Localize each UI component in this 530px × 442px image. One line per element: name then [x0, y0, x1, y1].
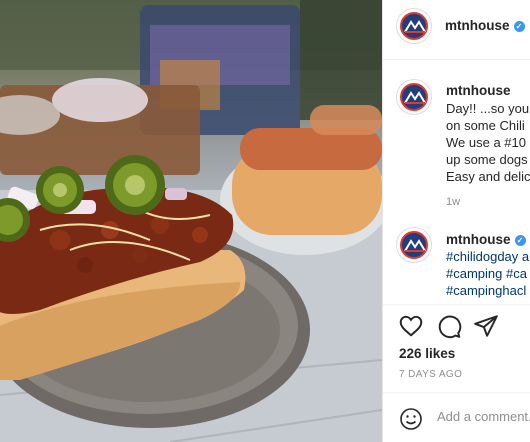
- verified-badge-icon: ✓: [514, 235, 526, 246]
- verified-badge-icon: ✓: [513, 21, 525, 32]
- comment-username[interactable]: mtnhouse ✓: [446, 232, 526, 247]
- comment-button[interactable]: [436, 313, 462, 339]
- comment-hashtag-line[interactable]: #camping #ca: [446, 266, 527, 281]
- post-photo: [0, 0, 382, 442]
- avatar[interactable]: [396, 8, 432, 44]
- caption-hashtag-line[interactable]: We use a #10: [446, 135, 526, 150]
- comment-avatar[interactable]: [396, 227, 432, 263]
- caption-line: on some Chili: [446, 118, 525, 133]
- caption-time[interactable]: 1w: [446, 196, 460, 208]
- caption-username[interactable]: mtnhouse: [446, 83, 511, 98]
- header-username[interactable]: mtnhouse ✓: [445, 18, 525, 33]
- likes-count[interactable]: 226 likes: [399, 346, 455, 361]
- mountain-logo-icon: [404, 239, 426, 252]
- caption-avatar[interactable]: [396, 79, 432, 115]
- post-sidebar: mtnhouse ✓ mtnhouse Day!! ...so you on so…: [382, 0, 530, 442]
- chili-dog-photo: [0, 0, 382, 442]
- smiley-icon[interactable]: [399, 407, 423, 431]
- caption-line: up some dogs: [446, 152, 528, 167]
- heart-icon: [399, 315, 423, 337]
- actions-divider: [383, 304, 530, 305]
- comment-hashtag-line[interactable]: #chilidogday a: [446, 249, 529, 264]
- caption-line: Day!! ...so you: [446, 101, 530, 116]
- share-button[interactable]: [473, 313, 499, 339]
- post-date[interactable]: 7 DAYS AGO: [399, 369, 462, 380]
- add-comment-input[interactable]: [437, 409, 530, 424]
- caption-line: We use a #10: [446, 135, 526, 150]
- caption-line: Easy and delic: [446, 169, 530, 184]
- comment-hashtag-line[interactable]: #campinghacl: [446, 283, 526, 298]
- post-header: mtnhouse ✓: [383, 0, 530, 60]
- paper-plane-icon: [474, 315, 498, 337]
- add-comment-bar: [383, 392, 530, 442]
- mountain-logo-icon: [404, 20, 426, 33]
- like-button[interactable]: [398, 313, 424, 339]
- mountain-logo-icon: [404, 91, 426, 104]
- comment-bubble-icon: [438, 315, 462, 339]
